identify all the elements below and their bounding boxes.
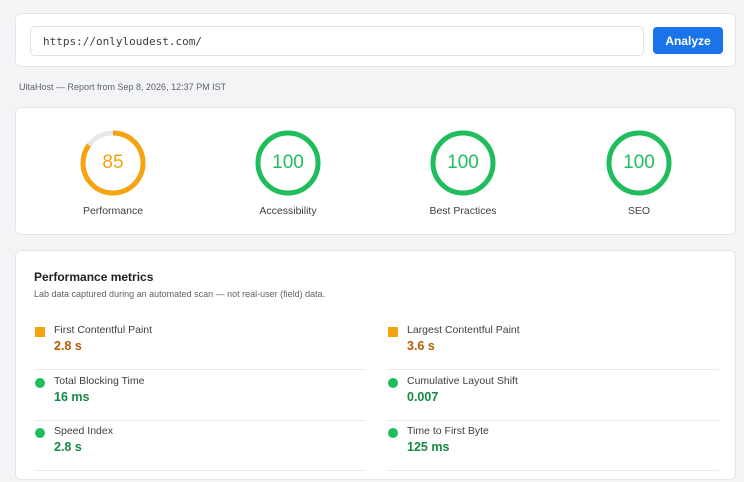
gauge-label: Performance	[82, 205, 144, 217]
metric-label: Speed Index	[54, 425, 113, 437]
gauge-score: 85	[102, 152, 124, 173]
metrics-subtitle: Lab data captured during an automated sc…	[34, 289, 326, 299]
metrics-card: Performance metrics Lab data captured du…	[15, 250, 736, 480]
scores-card: 85 Performance 100 Accessibility 100 Bes…	[15, 107, 736, 235]
metric-value: 2.8 s	[54, 440, 82, 454]
metric-value: 0.007	[407, 390, 439, 404]
analyze-button[interactable]: Analyze	[653, 27, 723, 54]
metric-label: Total Blocking Time	[54, 375, 145, 387]
metric-cumulative-layout-shift: Cumulative Layout Shift 0.007	[387, 370, 719, 421]
gauge-label: Best Practices	[429, 205, 497, 217]
metric-label: Time to First Byte	[407, 425, 489, 437]
metric-label: Cumulative Layout Shift	[407, 375, 518, 387]
gauge-score: 100	[272, 152, 304, 173]
metric-label: First Contentful Paint	[54, 324, 153, 336]
status-indicator-icon	[35, 428, 45, 438]
status-indicator-icon	[35, 327, 45, 337]
metric-total-blocking-time: Total Blocking Time 16 ms	[34, 370, 366, 421]
metric-value: 16 ms	[54, 390, 90, 404]
status-indicator-icon	[388, 378, 398, 388]
report-info: UltaHost — Report from Sep 8, 2026, 12:3…	[19, 82, 227, 92]
gauge-seo[interactable]: 100 SEO	[579, 128, 699, 228]
gauge-score: 100	[447, 152, 479, 173]
metric-speed-index: Speed Index 2.8 s	[34, 420, 366, 471]
metric-value: 3.6 s	[407, 339, 435, 353]
metric-label: Largest Contentful Paint	[407, 324, 520, 336]
metric-first-contentful-paint: First Contentful Paint 2.8 s	[34, 319, 366, 370]
gauge-best-practices[interactable]: 100 Best Practices	[403, 128, 523, 228]
status-indicator-icon	[35, 378, 45, 388]
metrics-title: Performance metrics	[34, 270, 154, 284]
gauge-score: 100	[623, 152, 655, 173]
status-indicator-icon	[388, 428, 398, 438]
metric-largest-contentful-paint: Largest Contentful Paint 3.6 s	[387, 319, 719, 370]
gauge-label: SEO	[627, 205, 651, 217]
metric-time-to-first-byte: Time to First Byte 125 ms	[387, 420, 719, 471]
gauge-label: Accessibility	[259, 205, 317, 217]
gauge-accessibility[interactable]: 100 Accessibility	[228, 128, 348, 228]
metric-value: 2.8 s	[54, 339, 82, 353]
metric-value: 125 ms	[407, 440, 450, 454]
url-bar-card: Analyze	[15, 13, 736, 67]
url-input[interactable]	[30, 26, 644, 56]
status-indicator-icon	[388, 327, 398, 337]
gauge-performance[interactable]: 85 Performance	[53, 128, 173, 228]
